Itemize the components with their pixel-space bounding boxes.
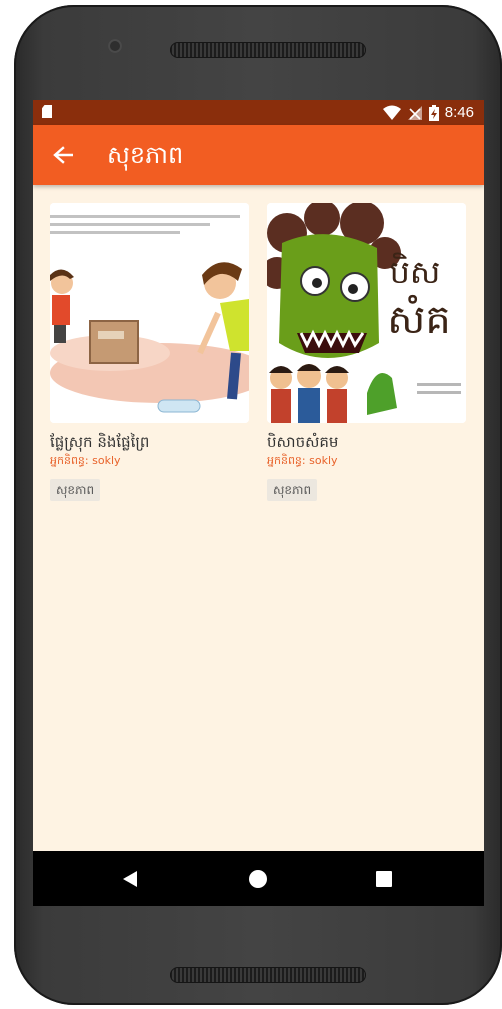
book-author: អ្នកនិពន្ធ: sokly: [267, 454, 338, 467]
signal-icon: [407, 105, 422, 120]
category-tag[interactable]: សុខភាព: [50, 479, 101, 501]
book-title: បិសាចសំគម: [267, 433, 339, 451]
children-playing-illustration: [50, 203, 249, 423]
book-card[interactable]: ផ្លែស្រុក និងផ្លែព្រៃ អ្នកនិពន្ធ: sokly …: [50, 203, 249, 501]
square-icon: [376, 871, 392, 887]
nav-recent-apps-button[interactable]: [373, 868, 395, 890]
back-button[interactable]: [49, 141, 77, 169]
book-cover-image[interactable]: បិស សំគ: [267, 203, 466, 423]
svg-text:បិស: បិស: [390, 252, 441, 291]
wifi-icon: [382, 105, 401, 120]
book-cover-image[interactable]: [50, 203, 249, 423]
status-bar: 8:46: [33, 100, 484, 125]
front-camera: [108, 39, 122, 53]
monster-cover-illustration: បិស សំគ: [267, 203, 466, 423]
category-tag[interactable]: សុខភាព: [267, 479, 318, 501]
app-bar: សុខភាព: [33, 125, 484, 185]
device-screen: 8:46 សុខភាព ផ្លែស្រុក និងផ្លែព្រៃ អ្នកនិ…: [33, 100, 484, 906]
book-author: អ្នកនិពន្ធ: sokly: [50, 454, 121, 467]
book-title: ផ្លែស្រុក និងផ្លែព្រៃ: [50, 433, 150, 451]
triangle-left-icon: [123, 871, 137, 887]
battery-icon: [428, 104, 439, 121]
svg-text:សំគ: សំគ: [387, 294, 450, 343]
nav-back-button[interactable]: [119, 868, 141, 890]
sim-card-icon: [42, 105, 52, 118]
nav-home-button[interactable]: [247, 868, 269, 890]
status-icons: 8:46: [382, 103, 474, 122]
book-card[interactable]: បិស សំគ បិសាចសំគម អ្នកនិពន្ធ: sokly សុខភ…: [267, 203, 466, 501]
bottom-speaker-grille: [170, 967, 366, 983]
top-speaker-grille: [170, 42, 366, 58]
arrow-left-icon: [53, 146, 73, 164]
page-title: សុខភាព: [107, 141, 184, 169]
navigation-bar: [33, 851, 484, 906]
status-time: 8:46: [444, 104, 474, 121]
circle-icon: [249, 870, 267, 888]
